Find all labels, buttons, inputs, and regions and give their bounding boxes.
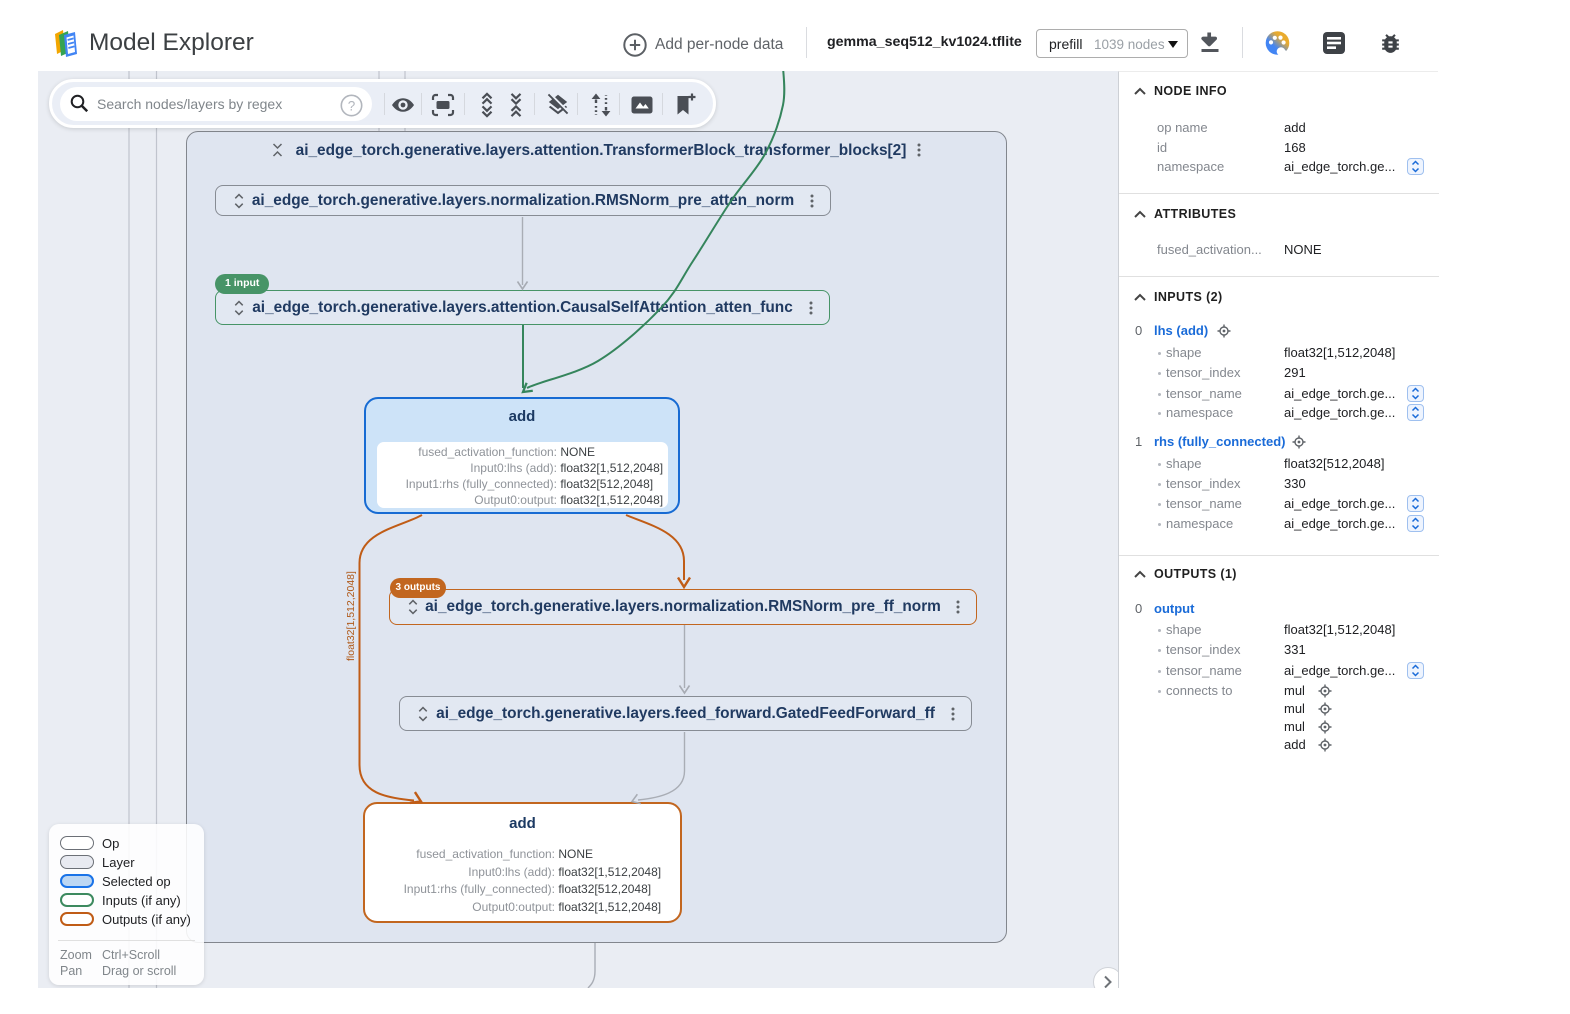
- svg-text:?: ?: [348, 99, 356, 114]
